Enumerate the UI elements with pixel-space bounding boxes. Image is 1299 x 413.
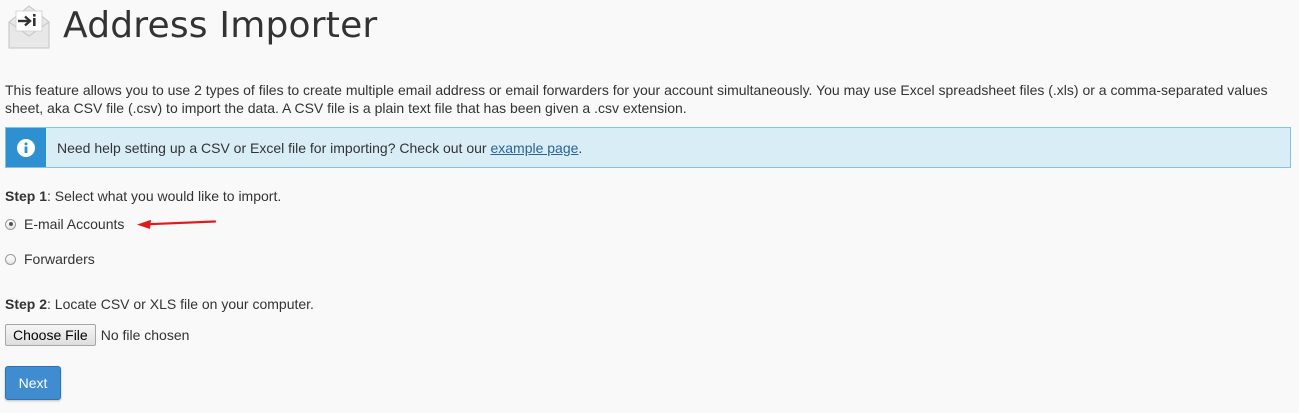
red-arrow-annotation <box>137 219 217 229</box>
step-1-label: Step 1: Select what you would like to im… <box>5 188 281 204</box>
page-header: Address Importer <box>5 0 377 52</box>
alert-icon-column <box>6 128 46 167</box>
radio-button-email-accounts[interactable] <box>5 218 16 230</box>
alert-text: Need help setting up a CSV or Excel file… <box>57 139 491 156</box>
alert-message: Need help setting up a CSV or Excel file… <box>57 140 582 156</box>
step-1-text: : Select what you would like to import. <box>47 188 282 204</box>
next-button[interactable]: Next <box>5 366 61 400</box>
info-alert: Need help setting up a CSV or Excel file… <box>5 127 1291 168</box>
example-page-link[interactable]: example page <box>490 140 578 156</box>
radio-label-email-accounts: E-mail Accounts <box>24 216 125 232</box>
radio-label-forwarders: Forwarders <box>24 251 95 267</box>
step-2-text: : Locate CSV or XLS file on your compute… <box>47 296 314 312</box>
envelope-import-icon <box>8 5 50 49</box>
file-chooser: Choose File No file chosen <box>5 324 189 346</box>
choose-file-button[interactable]: Choose File <box>5 324 96 346</box>
file-status-text: No file chosen <box>100 327 190 343</box>
address-importer-page: Address Importer This feature allows you… <box>0 0 1299 413</box>
radio-email-accounts[interactable]: E-mail Accounts <box>5 216 124 232</box>
radio-button-forwarders[interactable] <box>5 253 16 265</box>
alert-suffix: . <box>578 139 583 156</box>
radio-forwarders[interactable]: Forwarders <box>5 251 95 267</box>
info-icon <box>17 138 35 157</box>
page-title: Address Importer <box>63 5 378 46</box>
step-2-heading: Step 2 <box>5 296 48 312</box>
step-2-label: Step 2: Locate CSV or XLS file on your c… <box>5 296 314 312</box>
feature-description: This feature allows you to use 2 types o… <box>5 82 1268 116</box>
step-1-heading: Step 1 <box>5 188 48 204</box>
